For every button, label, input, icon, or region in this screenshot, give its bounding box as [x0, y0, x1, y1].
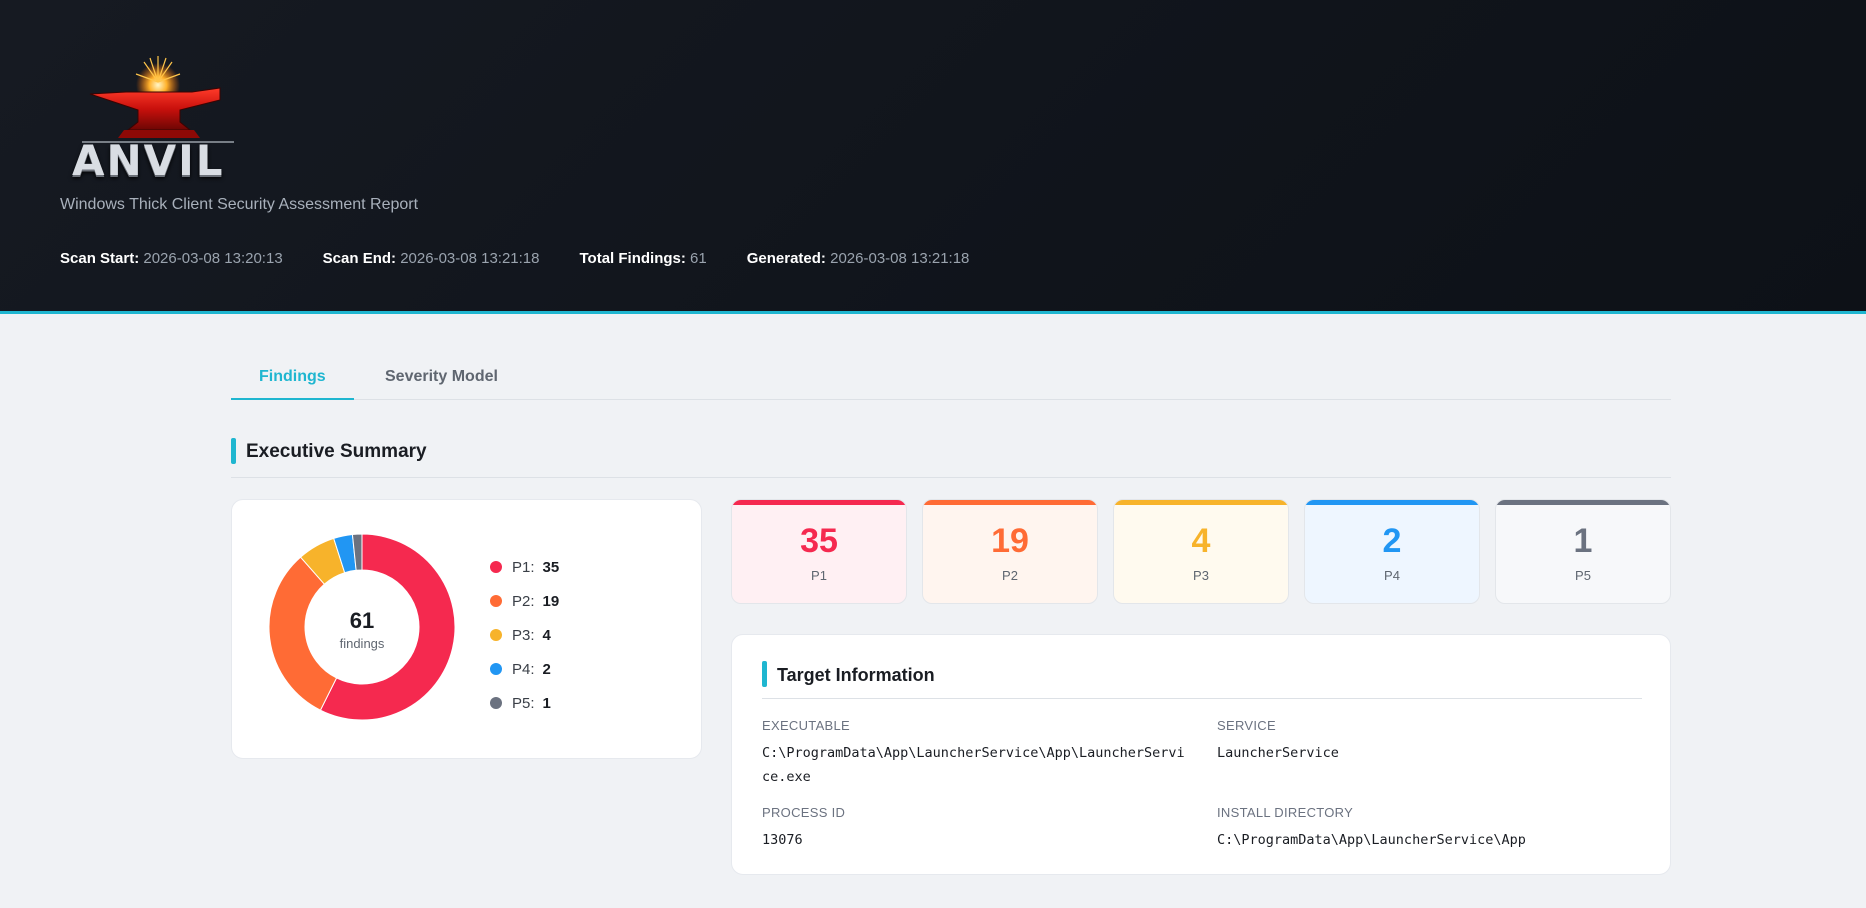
legend-dot — [490, 561, 502, 573]
legend-dot — [490, 663, 502, 675]
target-title: Target Information — [777, 665, 935, 685]
severity-label: P1 — [811, 568, 827, 583]
severity-card-p2[interactable]: 19 P2 — [922, 499, 1098, 604]
field-process-id: PROCESS ID 13076 — [762, 805, 846, 848]
section-accent-bar — [762, 661, 767, 687]
severity-card-p5[interactable]: 1 P5 — [1495, 499, 1671, 604]
severity-card-p4[interactable]: 2 P4 — [1304, 499, 1480, 604]
severity-card-p3[interactable]: 4 P3 — [1113, 499, 1289, 604]
report-subtitle: Windows Thick Client Security Assessment… — [60, 196, 419, 213]
severity-label: P5 — [1575, 568, 1591, 583]
field-install-directory: INSTALL DIRECTORY C:\ProgramData\App\Lau… — [1217, 805, 1526, 848]
legend-item-p5: P5: 1 — [490, 686, 559, 720]
meta-generated: Generated: 2026-03-08 13:21:18 — [746, 250, 970, 267]
severity-count: 1 — [1573, 522, 1593, 560]
tab-bar: Findings Severity Model — [231, 358, 1671, 400]
meta-total-findings: Total Findings: 61 — [579, 250, 707, 267]
severity-card-p1[interactable]: 35 P1 — [731, 499, 907, 604]
legend-item-p1: P1: 35 — [490, 550, 559, 584]
severity-count: 19 — [991, 522, 1029, 560]
legend-dot — [490, 595, 502, 607]
tab-findings[interactable]: Findings — [231, 358, 354, 400]
field-service: SERVICE LauncherService — [1217, 718, 1339, 761]
meta-scan-start: Scan Start: 2026-03-08 13:20:13 — [60, 250, 283, 267]
target-information-card: Target Information EXECUTABLE C:\Program… — [731, 634, 1671, 875]
field-executable: EXECUTABLE C:\ProgramData\App\LauncherSe… — [762, 718, 1185, 785]
logo-wordmark: ANVIL — [72, 136, 225, 185]
legend-item-p3: P3: 4 — [490, 618, 559, 652]
donut-center-value: 61 — [350, 608, 374, 633]
severity-count: 2 — [1382, 522, 1402, 560]
target-information-header: Target Information — [762, 661, 1642, 699]
legend-dot — [490, 629, 502, 641]
legend-dot — [490, 697, 502, 709]
severity-label: P3 — [1193, 568, 1209, 583]
legend-item-p4: P4: 2 — [490, 652, 559, 686]
severity-count: 4 — [1191, 522, 1211, 560]
severity-label: P2 — [1002, 568, 1018, 583]
severity-chart-card: 61 findings P1: 35 P2: 19 P3: 4 P4: 2 P5… — [231, 499, 702, 759]
scan-meta: Scan Start: 2026-03-08 13:20:13 Scan End… — [60, 250, 1009, 267]
severity-count: 35 — [800, 522, 838, 560]
legend-item-p2: P2: 19 — [490, 584, 559, 618]
severity-label: P4 — [1384, 568, 1400, 583]
donut-center-label: findings — [340, 636, 385, 651]
executive-summary-header: Executive Summary — [231, 438, 1671, 478]
section-accent-bar — [231, 438, 236, 464]
meta-scan-end: Scan End: 2026-03-08 13:21:18 — [322, 250, 540, 267]
section-title: Executive Summary — [246, 441, 427, 462]
report-header: ANVIL Windows Thick Client Security Asse… — [0, 0, 1866, 314]
tab-severity-model[interactable]: Severity Model — [357, 358, 526, 400]
severity-donut-chart: 61 findings — [268, 533, 456, 721]
chart-legend: P1: 35 P2: 19 P3: 4 P4: 2 P5: 1 — [490, 550, 559, 720]
